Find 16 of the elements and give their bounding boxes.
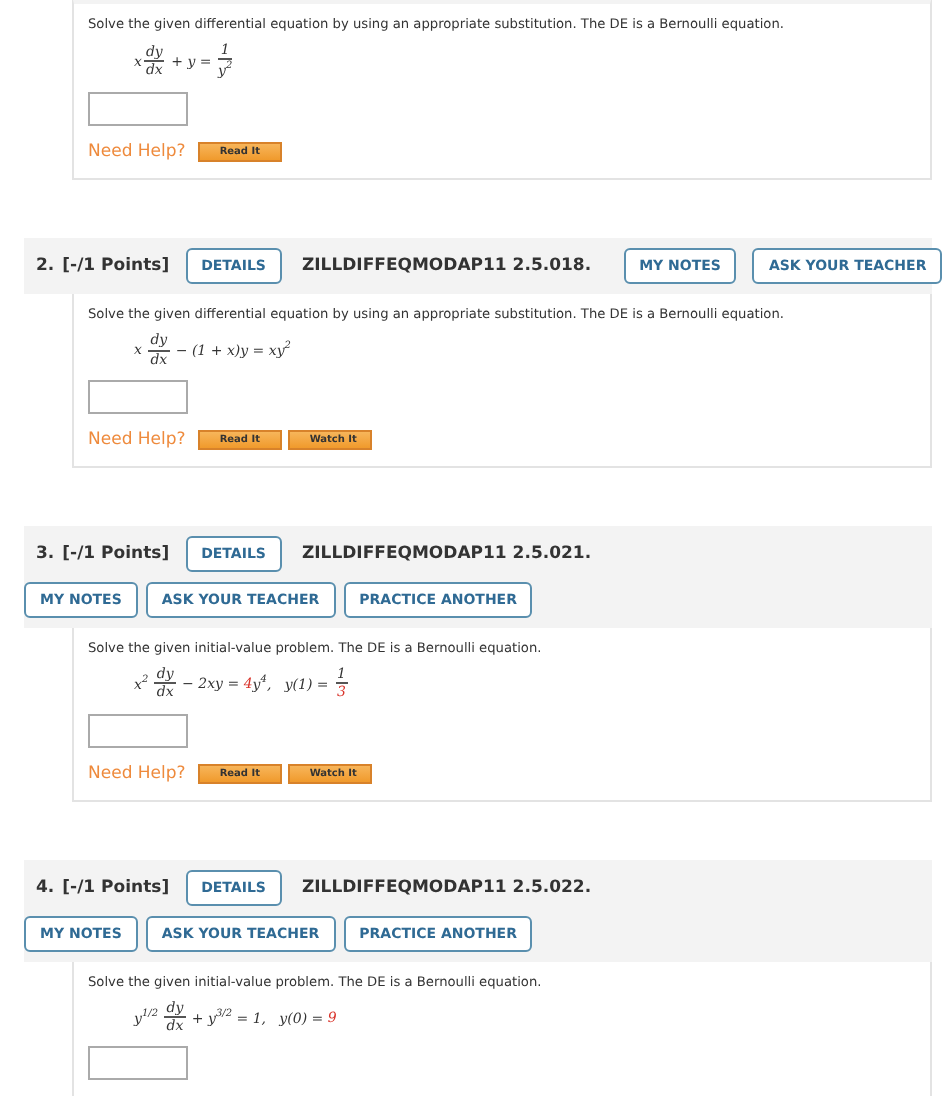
problem-number: 4.	[36, 877, 55, 898]
answer-field[interactable]	[88, 1046, 188, 1081]
need-help-label: Need Help?	[88, 763, 186, 784]
points-label: [-/1 Points]	[62, 543, 170, 564]
answer-field[interactable]	[88, 379, 188, 414]
problem-number: 2.	[36, 256, 55, 277]
problem-code: ZILLDIFFEQMODAP11 2.5.022.	[301, 877, 592, 898]
points-label: [-/1 Points]	[62, 256, 170, 277]
problem-number: 3.	[36, 543, 55, 564]
problem-code: ZILLDIFFEQMODAP11 2.5.018.	[301, 256, 592, 277]
answer-field[interactable]	[88, 713, 188, 748]
need-help-label: Need Help?	[88, 142, 186, 163]
points-label: [-/1 Points]	[62, 877, 170, 898]
problem-code: ZILLDIFFEQMODAP11 2.5.021.	[301, 543, 592, 564]
answer-field[interactable]	[88, 92, 188, 127]
need-help-label: Need Help?	[88, 429, 186, 450]
